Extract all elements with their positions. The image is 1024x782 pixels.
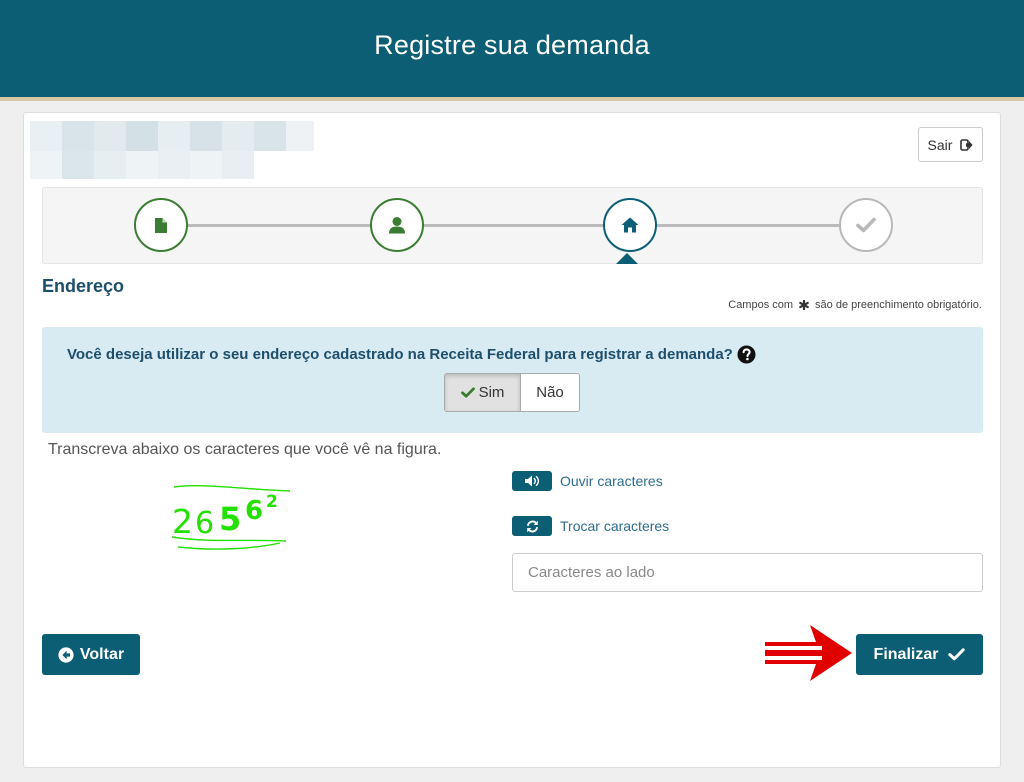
required-fields-note: Campos com são de preenchimento obrigató…	[728, 299, 982, 311]
step-2-person	[370, 198, 424, 252]
asterisk-icon	[799, 300, 809, 310]
captcha-image: 2 6 5 6 2	[170, 481, 294, 558]
finish-button-label: Finalizar	[873, 645, 939, 663]
svg-text:2: 2	[266, 492, 278, 512]
back-button[interactable]: Voltar	[42, 634, 140, 675]
section-title: Endereço	[42, 276, 125, 296]
form-card: Sair Endereço Campos com são de preenchi…	[23, 112, 1001, 768]
annotation-arrow	[765, 625, 852, 681]
address-yes-no-toggle: Sim Não	[444, 373, 580, 412]
svg-text:2: 2	[172, 502, 193, 541]
address-question: Você deseja utilizar o seu endereço cada…	[67, 345, 756, 364]
user-icon	[389, 217, 405, 234]
address-question-panel: Você deseja utilizar o seu endereço cada…	[42, 327, 983, 433]
active-step-indicator	[616, 253, 638, 264]
back-button-label: Voltar	[79, 645, 125, 663]
option-nao-label: Não	[536, 384, 564, 401]
listen-characters-label: Ouvir caracteres	[560, 473, 663, 489]
svg-text:6: 6	[245, 496, 263, 526]
svg-text:5: 5	[219, 500, 241, 538]
step-4-confirm	[839, 198, 893, 252]
stepper-line	[187, 224, 887, 227]
option-sim-button[interactable]: Sim	[445, 374, 521, 411]
question-circle-icon[interactable]	[737, 345, 756, 364]
file-icon	[155, 217, 167, 233]
refresh-characters-link[interactable]: Trocar caracteres	[512, 516, 669, 536]
captcha-input[interactable]	[512, 553, 983, 592]
arrow-circle-left-icon	[58, 646, 74, 663]
listen-characters-link[interactable]: Ouvir caracteres	[512, 471, 663, 491]
refresh-characters-label: Trocar caracteres	[560, 518, 670, 534]
logout-button[interactable]: Sair	[918, 127, 983, 162]
required-note-prefix: Campos com	[728, 299, 794, 311]
check-icon	[460, 387, 475, 398]
address-question-text: Você deseja utilizar o seu endereço cada…	[67, 346, 733, 363]
option-sim-label: Sim	[478, 384, 505, 401]
refresh-icon	[512, 516, 552, 536]
finish-button[interactable]: Finalizar	[856, 634, 983, 675]
home-icon	[621, 217, 639, 233]
volume-icon	[512, 471, 552, 491]
required-note-suffix: são de preenchimento obrigatório.	[815, 299, 982, 311]
logout-label: Sair	[927, 136, 953, 153]
step-1-document	[134, 198, 188, 252]
captcha-graphic: 2 6 5 6 2	[171, 484, 291, 550]
option-nao-button[interactable]: Não	[521, 374, 579, 411]
captcha-instruction: Transcreva abaixo os caracteres que você…	[48, 441, 442, 458]
step-3-address	[603, 198, 657, 252]
page-header: Registre sua demanda	[0, 0, 1024, 101]
progress-stepper	[42, 187, 983, 264]
check-icon	[948, 648, 966, 661]
page-title: Registre sua demanda	[374, 30, 650, 60]
check-icon	[856, 217, 876, 233]
svg-text:6: 6	[195, 506, 214, 541]
sign-out-icon	[960, 138, 974, 151]
redacted-user-info	[30, 121, 314, 181]
